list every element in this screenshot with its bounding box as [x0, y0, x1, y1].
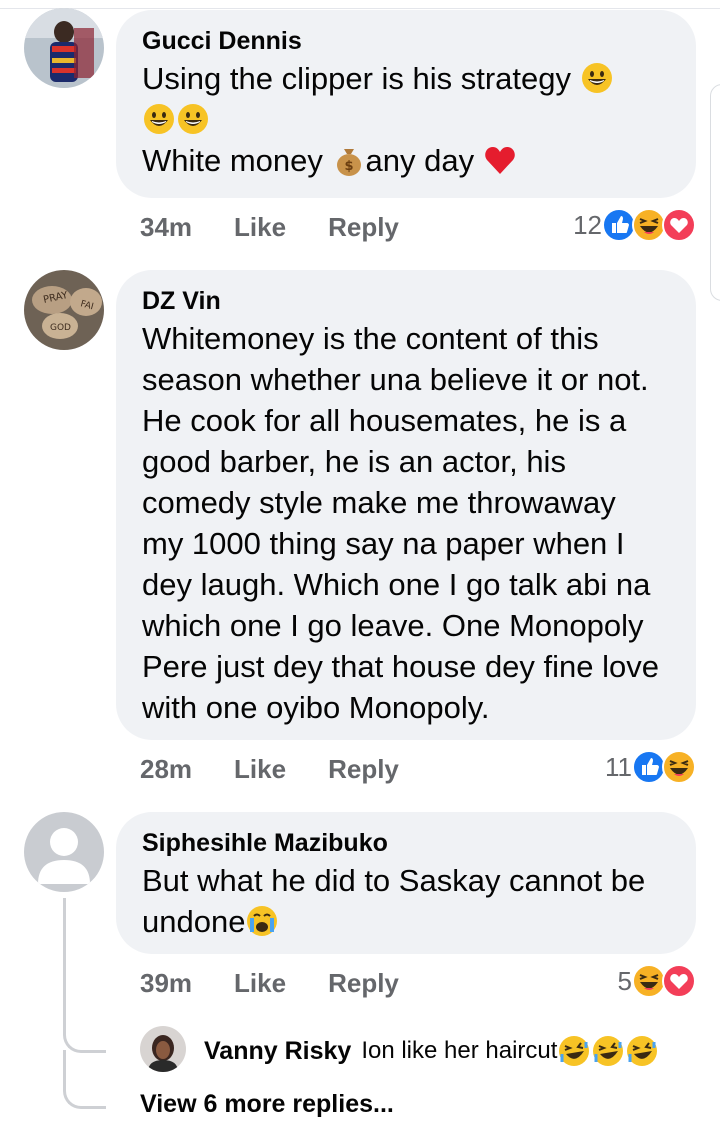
- reaction-count: 5: [617, 965, 632, 996]
- haha-icon: [662, 750, 696, 784]
- comment-line: good barber, he is an actor, his: [142, 444, 566, 479]
- red-heart-emoji-icon: [484, 147, 515, 174]
- reply-button[interactable]: Reply: [328, 968, 399, 999]
- comment-text: Using the clipper is his strategy White …: [142, 58, 670, 181]
- comment-line: undone: [142, 904, 246, 939]
- like-button[interactable]: Like: [234, 212, 286, 243]
- grinning-face-emoji-icon: [178, 104, 208, 134]
- reply-item: Vanny Risky Ion like her haircut: [204, 1034, 659, 1068]
- reaction-summary[interactable]: 12: [573, 208, 696, 242]
- comment-bubble: Gucci Dennis Using the clipper is his st…: [116, 10, 696, 198]
- comment-text: But what he did to Saskay cannot be undo…: [142, 860, 670, 942]
- love-icon: [662, 964, 696, 998]
- love-icon: [662, 208, 696, 242]
- rolling-laughing-emoji-icon: [559, 1036, 590, 1066]
- grinning-face-emoji-icon: [581, 63, 612, 93]
- comment-line: But what he did to Saskay cannot be: [142, 863, 646, 898]
- comment-line: season whether una believe it or not.: [142, 362, 649, 397]
- comment-line: Pere just dey that house dey fine love: [142, 649, 659, 684]
- comment-timestamp[interactable]: 39m: [140, 968, 192, 999]
- reply-button[interactable]: Reply: [328, 754, 399, 785]
- comment-line: with one oyibo Monopoly.: [142, 690, 490, 725]
- comment-author[interactable]: DZ Vin: [142, 284, 670, 318]
- comment-line: White money: [142, 143, 323, 178]
- comment-line: any day: [365, 143, 475, 178]
- like-icon: [602, 208, 636, 242]
- svg-text:GOD: GOD: [50, 323, 71, 333]
- comment-author[interactable]: Gucci Dennis: [142, 24, 670, 58]
- haha-icon: [632, 208, 666, 242]
- thread-connector: [63, 1050, 106, 1109]
- avatar[interactable]: [24, 812, 104, 892]
- rolling-laughing-emoji-icon: [627, 1036, 658, 1066]
- avatar[interactable]: [140, 1026, 186, 1072]
- reaction-summary[interactable]: 11: [605, 750, 696, 784]
- like-button[interactable]: Like: [234, 968, 286, 999]
- comment-line: which one I go leave. One Monopoly: [142, 608, 644, 643]
- reaction-summary[interactable]: 5: [618, 964, 696, 998]
- like-icon: [632, 750, 666, 784]
- haha-icon: [632, 964, 666, 998]
- money-bag-emoji-icon: $: [336, 149, 361, 176]
- comment-actions: 34m Like Reply: [140, 212, 399, 243]
- svg-text:$: $: [344, 159, 353, 174]
- crying-face-emoji-icon: [247, 906, 278, 936]
- comment-actions: 39m Like Reply: [140, 968, 399, 999]
- comment-line: Whitemoney is the content of this: [142, 321, 599, 356]
- comment-line: He cook for all housemates, he is a: [142, 403, 627, 438]
- comment-text: Whitemoney is the content of this season…: [142, 318, 670, 728]
- comment-timestamp[interactable]: 28m: [140, 754, 192, 785]
- rolling-laughing-emoji-icon: [593, 1036, 624, 1066]
- reply-button[interactable]: Reply: [328, 212, 399, 243]
- reply-text: Ion like her haircut: [361, 1037, 558, 1064]
- thread-connector: [63, 898, 66, 1024]
- like-button[interactable]: Like: [234, 754, 286, 785]
- comment-author[interactable]: Siphesihle Mazibuko: [142, 826, 670, 860]
- comment-line: dey laugh. Which one I go talk abi na: [142, 567, 651, 602]
- grinning-face-emoji-icon: [144, 104, 174, 134]
- comment-line: Using the clipper is his strategy: [142, 61, 572, 96]
- reaction-count: 12: [573, 209, 602, 240]
- reaction-count: 11: [605, 751, 632, 782]
- avatar[interactable]: PRAY FAI GOD: [24, 270, 104, 350]
- thread-connector: [63, 1020, 106, 1053]
- reply-author[interactable]: Vanny Risky: [204, 1037, 351, 1066]
- comment-line: my 1000 thing say na paper when I: [142, 526, 625, 561]
- comment-actions: 28m Like Reply: [140, 754, 399, 785]
- comment-line: comedy style make me throwaway: [142, 485, 616, 520]
- comment-bubble: DZ Vin Whitemoney is the content of this…: [116, 270, 696, 740]
- top-divider: [0, 0, 720, 9]
- avatar[interactable]: [24, 8, 104, 88]
- comment-timestamp[interactable]: 34m: [140, 212, 192, 243]
- comment-bubble: Siphesihle Mazibuko But what he did to S…: [116, 812, 696, 954]
- side-panel-edge: [710, 84, 720, 301]
- view-more-replies-link[interactable]: View 6 more replies...: [140, 1090, 394, 1119]
